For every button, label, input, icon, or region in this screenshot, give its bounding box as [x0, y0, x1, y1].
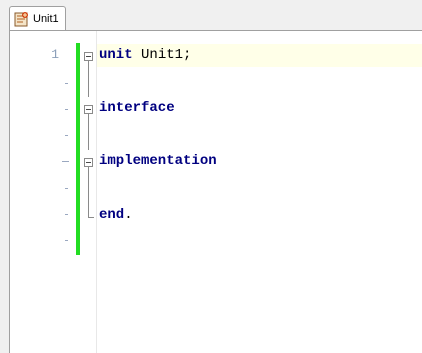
keyword-implementation: implementation	[99, 153, 217, 169]
line-marker-4	[65, 135, 68, 136]
end-dot: .	[124, 207, 133, 223]
editor-gutter: 1	[10, 31, 96, 353]
line-marker-6	[65, 188, 68, 189]
fold-end-marker	[88, 217, 94, 218]
line-number-1: 1	[51, 47, 59, 62]
code-editor[interactable]: 1 unit Unit1; interface implementation e…	[9, 30, 422, 353]
keyword-unit: unit	[99, 47, 133, 63]
line-marker-8	[65, 240, 68, 241]
fold-guide-interface	[88, 114, 89, 150]
code-line-7: end.	[99, 207, 133, 223]
line-marker-3	[65, 109, 68, 110]
fold-toggle-implementation[interactable]	[84, 158, 93, 167]
modified-lines-bar	[76, 43, 80, 255]
line-marker-7	[65, 214, 68, 215]
code-line-1: unit Unit1;	[99, 47, 191, 63]
keyword-end: end	[99, 207, 125, 223]
editor-tab-strip: Unit1	[0, 0, 422, 33]
line-marker-5	[62, 161, 69, 162]
line-marker-2	[65, 83, 68, 84]
keyword-interface: interface	[99, 100, 175, 116]
fold-guide-unit	[88, 61, 89, 97]
unit-name: Unit1;	[132, 47, 192, 63]
ide-editor-window: Unit1 1 unit Unit1; interface implementa…	[0, 0, 422, 353]
fold-guide-implementation	[88, 167, 89, 217]
gutter-separator	[96, 31, 97, 353]
fold-toggle-unit[interactable]	[84, 52, 93, 61]
delphi-unit-icon	[14, 12, 28, 27]
code-line-3: interface	[99, 100, 175, 116]
tab-unit1[interactable]: Unit1	[9, 6, 66, 31]
code-line-5: implementation	[99, 153, 217, 169]
fold-toggle-interface[interactable]	[84, 105, 93, 114]
tab-label: Unit1	[33, 13, 59, 25]
